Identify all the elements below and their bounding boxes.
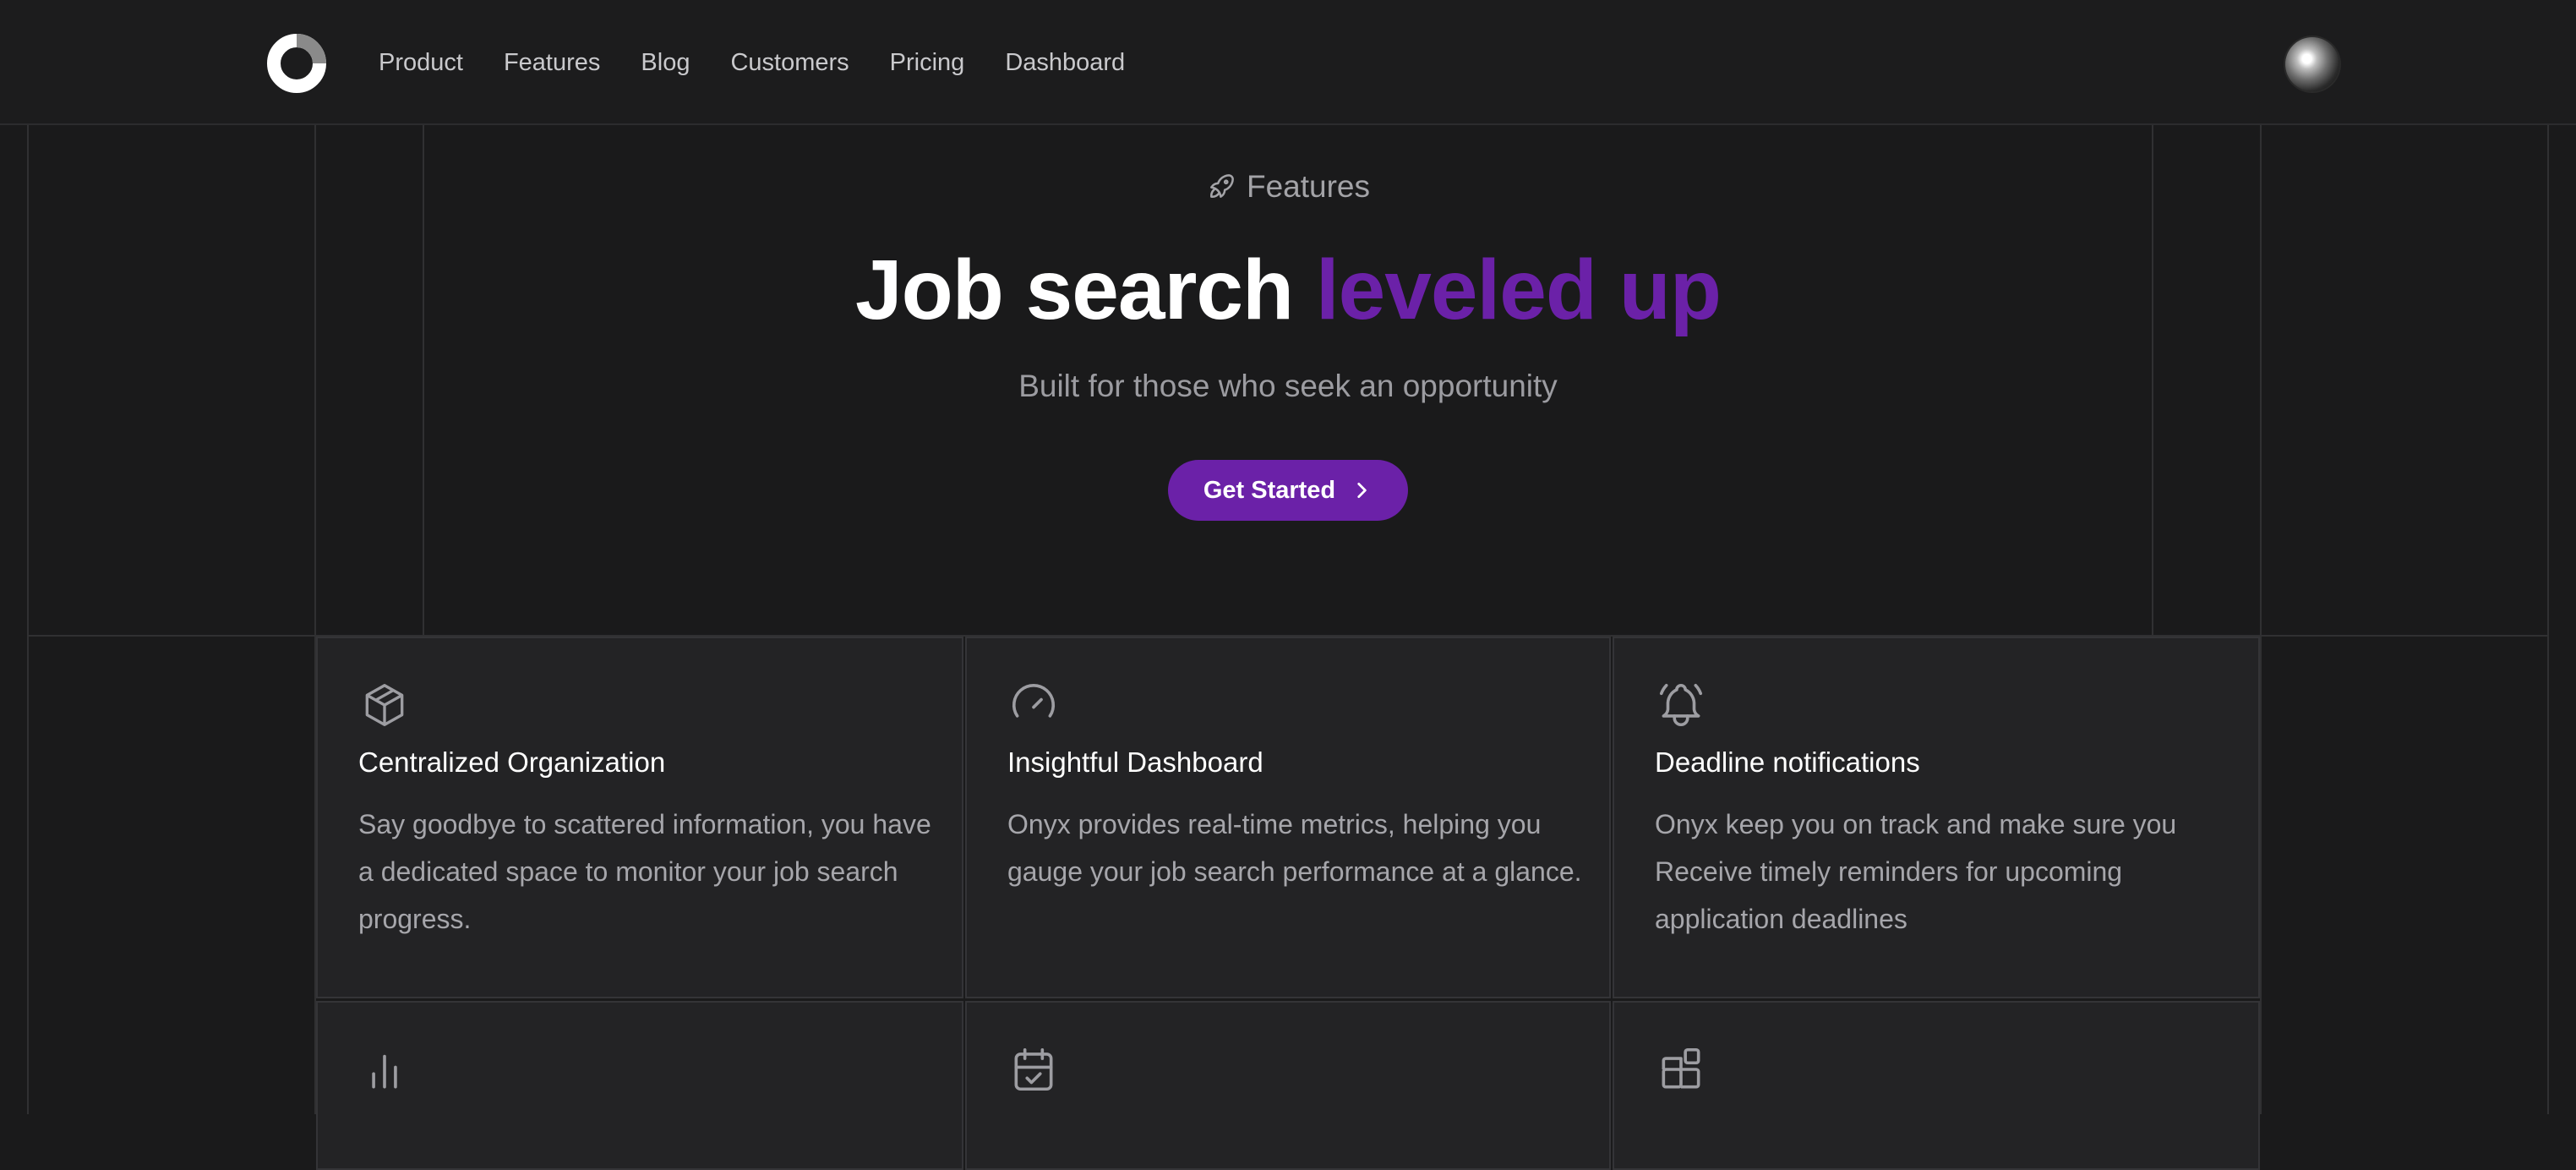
calendar-check-icon xyxy=(1014,1047,1053,1091)
main-nav: Product Features Blog Customers Pricing … xyxy=(379,0,1125,125)
chevron-right-icon xyxy=(1357,483,1367,498)
hero-subtitle: Built for those who seek an opportunity xyxy=(1018,369,1558,403)
get-started-button[interactable]: Get Started xyxy=(1168,460,1408,521)
feature-card-calendar xyxy=(965,1001,1611,1170)
feature-description: Onyx keep you on track and make sure you… xyxy=(1655,809,2177,934)
gauge-icon xyxy=(1012,684,1056,718)
feature-card-centralized-organization: Centralized Organization Say goodbye to … xyxy=(316,637,963,998)
eyebrow-label: Features xyxy=(1246,169,1370,204)
user-avatar[interactable] xyxy=(2285,37,2339,91)
apps-add-icon xyxy=(1662,1047,1700,1089)
feature-title: Insightful Dashboard xyxy=(1007,746,1263,778)
feature-title: Centralized Organization xyxy=(358,746,666,778)
rocket-icon xyxy=(1210,174,1234,198)
feature-card-insightful-dashboard: Insightful Dashboard Onyx provides real-… xyxy=(965,637,1611,998)
section-eyebrow: Features xyxy=(0,169,2576,205)
nav-item-features[interactable]: Features xyxy=(504,49,600,77)
nav-item-customers[interactable]: Customers xyxy=(730,49,849,77)
bell-ringing-icon xyxy=(1659,683,1703,726)
hero-title-main: Job search xyxy=(855,243,1294,337)
get-started-label: Get Started xyxy=(1203,476,1336,504)
nav-item-blog[interactable]: Blog xyxy=(641,49,690,77)
feature-card-deadline-notifications: Deadline notifications Onyx keep you on … xyxy=(1613,637,2260,998)
nav-item-pricing[interactable]: Pricing xyxy=(890,49,965,77)
feature-card-integrations xyxy=(1613,1001,2260,1170)
hero-title: Job search leveled up xyxy=(0,242,2576,339)
feature-description: Onyx provides real-time metrics, helping… xyxy=(1007,809,1582,887)
nav-item-dashboard[interactable]: Dashboard xyxy=(1005,49,1125,77)
box-icon xyxy=(365,684,404,726)
feature-description: Say goodbye to scattered information, yo… xyxy=(358,809,931,934)
feature-title: Deadline notifications xyxy=(1655,746,1920,778)
feature-card-analytics xyxy=(316,1001,963,1170)
bar-chart-icon xyxy=(372,1054,397,1089)
nav-item-product[interactable]: Product xyxy=(379,49,463,77)
onyx-logo-icon[interactable] xyxy=(265,32,328,95)
top-navbar: Product Features Blog Customers Pricing … xyxy=(0,0,2576,125)
hero-title-accent: leveled up xyxy=(1315,243,1722,337)
